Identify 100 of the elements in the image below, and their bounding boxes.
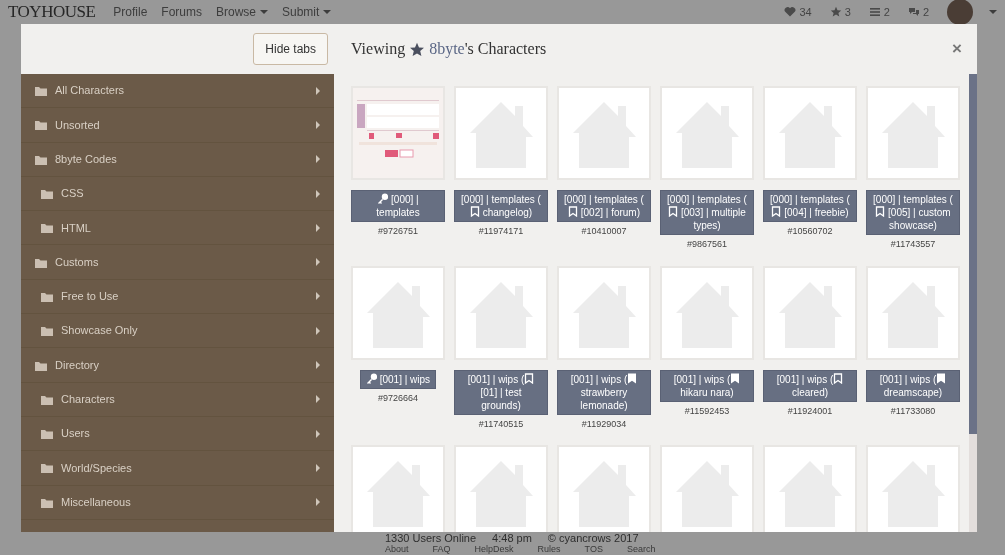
character-id: #11743557 (890, 238, 936, 251)
character-id: #11924001 (787, 404, 833, 418)
avatar[interactable] (947, 0, 973, 25)
character-name[interactable]: [000] | templates ( [003] | multiple types) (660, 190, 754, 235)
folder-item[interactable]: 8byte Codes (21, 142, 334, 177)
notification-counter[interactable]: 34 (784, 3, 812, 21)
folder-item[interactable]: World/Species (21, 451, 334, 486)
user-link[interactable]: 8byte (429, 37, 465, 61)
caret-icon (316, 189, 320, 198)
scrollbar-thumb[interactable] (969, 74, 977, 434)
folder-item[interactable]: Users (21, 416, 334, 452)
footer-link[interactable]: HelpDesk (474, 544, 514, 555)
site-logo[interactable]: TOYHOUSE (8, 0, 96, 25)
character-id: #9867561 (686, 238, 727, 251)
placeholder-image[interactable] (454, 265, 548, 360)
folder-icon (35, 256, 47, 268)
footer-text: 1330 Users Online (385, 533, 477, 544)
placeholder-image[interactable] (557, 265, 651, 360)
hide-tabs-button[interactable]: Hide tabs (253, 33, 328, 65)
placeholder-image[interactable] (660, 445, 754, 532)
star-icon (829, 6, 842, 18)
character-name[interactable]: [000] | templates ( changelog) (454, 190, 548, 222)
caret-icon (316, 395, 320, 404)
character-name[interactable]: [001] | wips ( hikaru nara) (660, 369, 754, 402)
character-name[interactable]: [001] | wips ( [01] | test grounds) (454, 369, 548, 415)
nav-link[interactable]: Browse (216, 3, 268, 21)
folder-item[interactable]: Directory (21, 348, 334, 383)
folder-item[interactable]: Unsorted (21, 108, 334, 143)
caret-icon[interactable] (989, 10, 997, 14)
placeholder-image[interactable] (763, 445, 857, 532)
chat-icon (907, 6, 920, 18)
close-button[interactable]: × (949, 36, 965, 62)
folder-item[interactable]: HTML (21, 211, 334, 246)
folder-icon (41, 393, 53, 405)
placeholder-image[interactable] (454, 86, 548, 180)
character-name[interactable]: [000] | templates (351, 190, 445, 222)
folder-item[interactable]: Free to Use (21, 279, 334, 315)
caret-icon (316, 86, 320, 95)
footer-link[interactable]: About (385, 544, 409, 555)
caret-icon (316, 498, 320, 507)
nav-link[interactable]: Profile (113, 3, 148, 21)
caret-icon (316, 326, 320, 335)
folder-icon (41, 222, 53, 234)
placeholder-image[interactable] (557, 445, 651, 532)
footer-text: 4:48 pm (492, 533, 532, 544)
folder-item[interactable]: Customs (21, 245, 334, 280)
placeholder-image[interactable] (351, 445, 445, 532)
folder-item[interactable]: Showcase Only (21, 314, 334, 349)
placeholder-image[interactable] (763, 86, 857, 180)
folder-icon (35, 359, 47, 371)
footer-text: © cyancrows 2017 (547, 533, 639, 544)
notification-counter[interactable]: 2 (907, 3, 929, 21)
placeholder-image[interactable] (660, 86, 754, 180)
footer-link[interactable]: TOS (584, 544, 603, 555)
placeholder-image[interactable] (557, 86, 651, 180)
character-name[interactable]: [000] | templates ( [004] | freebie) (763, 190, 857, 222)
caret-icon (316, 361, 320, 369)
character-name[interactable]: [001] | wips (359, 369, 437, 389)
nav-link[interactable]: Forums (161, 3, 202, 21)
footer-link[interactable]: FAQ (432, 544, 451, 555)
nav-link[interactable]: Submit (282, 3, 332, 21)
placeholder-image[interactable] (351, 265, 445, 360)
footer-link[interactable]: Rules (537, 544, 561, 555)
character-name[interactable]: [001] | wips ( strawberry lemonade) (557, 369, 651, 415)
folder-item[interactable]: All Characters (21, 74, 334, 109)
folder-item[interactable]: CSS (21, 176, 334, 212)
title-text: 's Characters (464, 39, 547, 57)
title-text: Viewing (351, 39, 406, 60)
folder-item[interactable]: Miscellaneous (21, 485, 334, 520)
folder-icon (35, 85, 47, 97)
character-name[interactable]: [000] | templates ( [005] | custom showcase) (866, 190, 960, 235)
caret-icon (316, 155, 320, 164)
notification-counter[interactable]: 2 (868, 3, 890, 21)
character-name[interactable]: [001] | wips ( dreamscape) (866, 369, 960, 402)
placeholder-image[interactable] (866, 445, 960, 532)
character-id: #10560702 (787, 225, 833, 238)
caret-icon (316, 429, 320, 438)
caret-icon (316, 292, 320, 301)
caret-icon (316, 223, 320, 232)
footer-link[interactable]: Search (626, 544, 656, 555)
folder-icon (41, 428, 53, 440)
folder-icon (41, 462, 53, 474)
folder-icon (41, 188, 53, 200)
caret-icon (316, 258, 320, 267)
character-name[interactable]: [001] | wips ( cleared) (763, 369, 857, 402)
folder-item[interactable]: Characters (21, 382, 334, 417)
folder-icon (41, 290, 53, 302)
caret-icon (316, 463, 320, 472)
key-icon (365, 372, 377, 384)
placeholder-image[interactable] (763, 265, 857, 360)
character-id: #11733080 (890, 404, 936, 418)
placeholder-image[interactable] (866, 86, 960, 180)
placeholder-image[interactable] (454, 445, 548, 532)
placeholder-image[interactable] (866, 265, 960, 360)
scrollbar-track[interactable] (969, 74, 977, 532)
character-id: #11974171 (478, 225, 524, 238)
placeholder-image[interactable] (660, 265, 754, 360)
notification-counter[interactable]: 3 (829, 3, 851, 21)
character-id: #9726751 (377, 225, 418, 238)
character-name[interactable]: [000] | templates ( [002] | forum) (557, 190, 651, 222)
